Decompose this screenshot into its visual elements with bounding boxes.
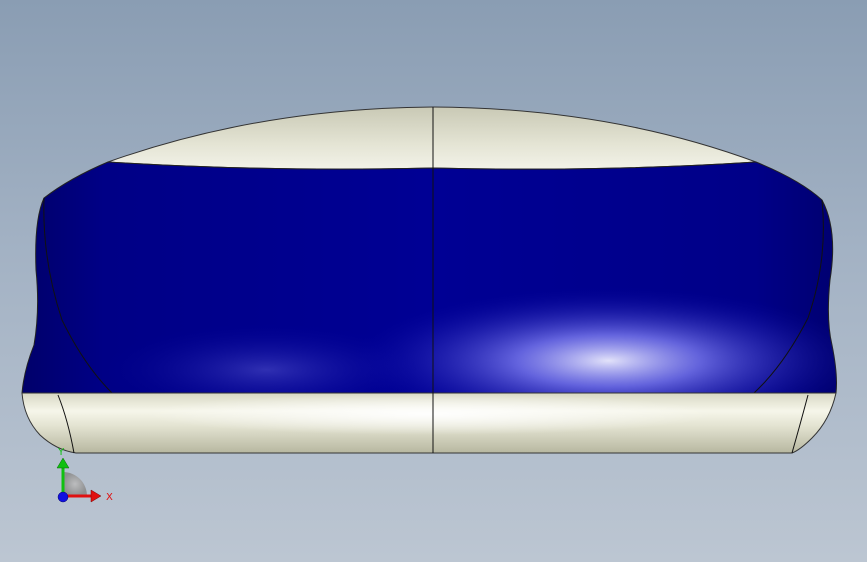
bottom-band-highlight: [22, 393, 836, 453]
coordinate-triad: Y X: [56, 447, 113, 503]
model-view[interactable]: Y X: [0, 0, 867, 562]
body-highlight-left: [22, 162, 837, 393]
top-cap-surface: [107, 106, 757, 170]
triad-disc-icon: [63, 472, 87, 496]
graphics-viewport[interactable]: Y X: [0, 0, 867, 562]
x-axis-arrowhead-icon: [90, 489, 102, 503]
x-axis-label: X: [106, 492, 113, 503]
y-axis-arrowhead-icon: [56, 457, 70, 469]
z-axis-dot-icon: [57, 491, 69, 503]
y-axis-label: Y: [57, 447, 65, 458]
